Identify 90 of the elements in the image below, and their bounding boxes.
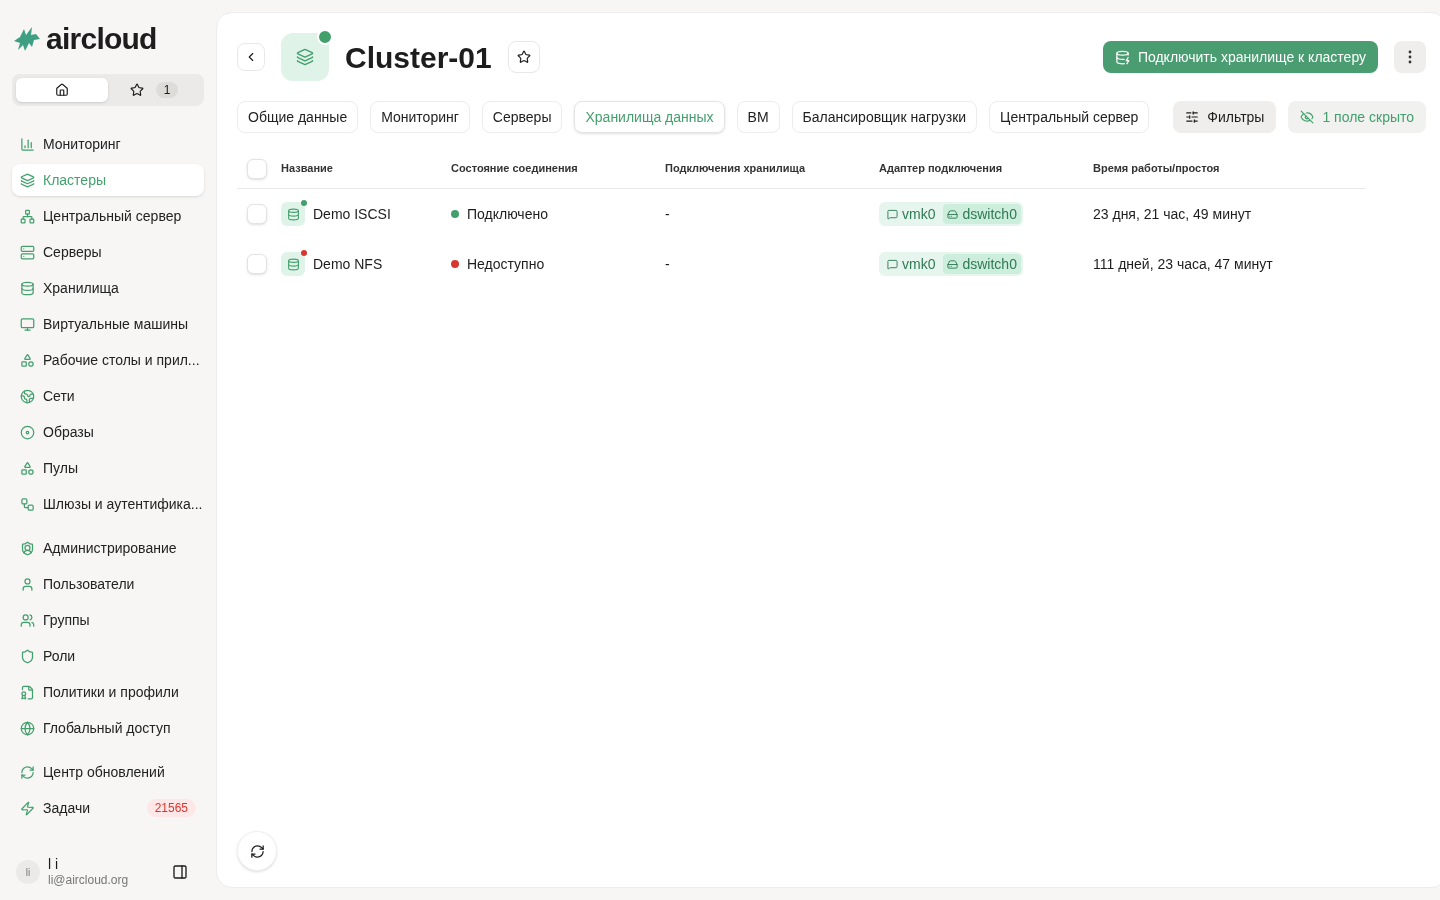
sidebar-item[interactable]: Сети [12,380,204,412]
chat-icon [887,258,898,270]
sidebar-toggle-icon[interactable] [172,864,188,880]
tab[interactable]: Мониторинг [370,101,470,133]
favorites-count: 1 [155,82,179,98]
user-name: l i [48,856,60,872]
user-icon [20,576,35,592]
refresh-icon [249,843,265,859]
sidebar-item[interactable]: Центральный сервер [12,200,204,232]
uptime: 23 дня, 21 час, 49 минут [1093,205,1253,224]
sidebar-item[interactable]: Шлюзы и аутентифика... [12,488,204,520]
eye-off-icon [1300,110,1315,124]
home-tab[interactable] [16,78,108,102]
sidebar-item[interactable]: Задачи 21565 [12,792,204,824]
sidebar-item[interactable]: Администрирование [12,532,204,564]
shield-user-icon [20,540,35,556]
column-header: Название [281,161,334,177]
drive-icon [947,258,959,270]
sidebar-item[interactable]: Пулы [12,452,204,484]
sidebar-item[interactable]: Мониторинг [12,128,204,160]
layers-icon [296,48,314,66]
sidebar-item[interactable]: Группы [12,604,204,636]
sidebar-item[interactable]: Образы [12,416,204,448]
table-cell-text: - [665,205,671,224]
adapter-name: vmk0 [902,255,936,274]
shield-icon [20,648,35,664]
brand-name: aircloud [46,24,157,54]
sidebar-item[interactable]: Роли [12,640,204,672]
refresh-button[interactable] [237,831,277,871]
page-title: Cluster-01 [345,39,492,76]
sidebar-item[interactable]: Глобальный доступ [12,712,204,744]
document-icon [20,684,35,700]
table-cell-text: - [665,255,671,274]
network-icon [20,208,35,224]
more-icon [1408,50,1413,64]
storage-name: Demo ISCSI [313,205,391,224]
user-email: li@aircloud.org [48,872,130,888]
sidebar-item[interactable]: Центр обновлений [12,756,204,788]
sidebar-item[interactable]: Виртуальные машины [12,308,204,340]
tab[interactable]: Центральный сервер [989,101,1150,133]
back-button[interactable] [237,43,265,71]
sidebar-item[interactable]: Серверы [12,236,204,268]
chart-icon [20,136,35,152]
chat-icon [887,208,898,220]
sidebar-item[interactable]: Рабочие столы и прил... [12,344,204,376]
database-icon [1114,49,1130,65]
column-header: Адаптер подключения [879,161,1004,177]
connection-status: Недоступно [467,255,545,274]
star-icon [129,83,144,97]
sidebar-item[interactable]: Политики и профили [12,676,204,708]
star-icon [516,50,531,64]
database-icon [286,257,300,271]
sidebar-item[interactable]: Хранилища [12,272,204,304]
row-checkbox[interactable] [247,158,267,179]
row-checkbox[interactable] [247,204,267,224]
row-checkbox[interactable] [247,254,267,274]
refresh-icon [20,764,35,780]
sidebar-item[interactable]: Пользователи [12,568,204,600]
globe-icon [20,388,35,404]
server-icon [20,244,35,260]
drive-icon [947,208,959,220]
layers-icon [20,172,35,188]
connection-status: Подключено [467,205,548,224]
more-button[interactable] [1394,41,1427,73]
favorite-button[interactable] [507,41,540,73]
sliders-icon [1185,110,1200,124]
lightning-icon [20,800,35,816]
tab[interactable]: ВМ [736,101,780,133]
filters-button[interactable]: Фильтры [1173,101,1277,133]
home-icon [55,83,69,97]
switch-name: dswitch0 [962,205,1017,224]
nodes-icon [20,496,35,512]
uptime: 111 дней, 23 часа, 47 минут [1093,255,1274,274]
column-header: Время работы/простоя [1093,161,1221,177]
database-icon [20,280,35,296]
user-avatar[interactable]: li [16,860,40,884]
task-count-badge: 21565 [146,799,196,817]
disc-icon [20,424,35,440]
switch-name: dswitch0 [962,255,1017,274]
tab[interactable]: Серверы [481,101,563,133]
database-icon [286,207,300,221]
column-header: Состояние соединения [451,161,579,177]
globe-icon [20,720,35,736]
adapter-name: vmk0 [902,205,936,224]
tab[interactable]: Общие данные [237,101,359,133]
tab[interactable]: Балансировщик нагрузки [791,101,978,133]
monitor-icon [20,316,35,332]
storage-name: Demo NFS [313,255,383,274]
users-icon [20,612,35,628]
column-header: Подключения хранилища [665,161,807,177]
